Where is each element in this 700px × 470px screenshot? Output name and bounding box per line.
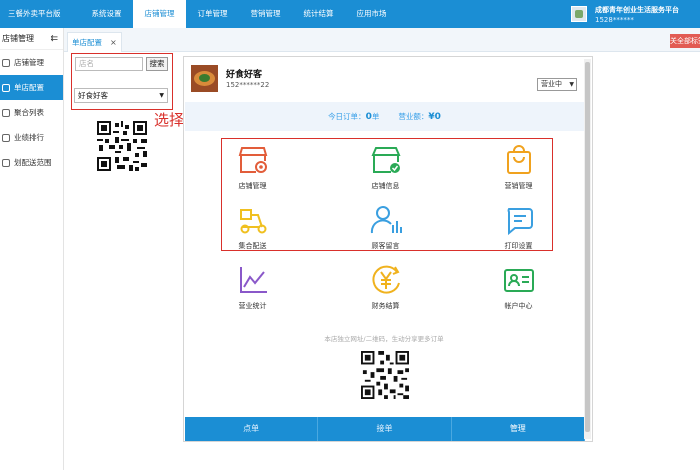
tab-single-store-config[interactable]: 单店配置 × [67,32,122,52]
tab-label: 单店配置 [72,38,102,47]
gear-icon [2,58,10,67]
topnav-order-management[interactable]: 订单管理 [186,0,239,28]
top-menu: 系统设置 店铺管理 订单管理 营销管理 统计结算 应用市场 [80,0,398,28]
list-icon [2,108,10,117]
grid-item-label: 营业统计 [238,302,267,310]
collapse-sidebar-icon[interactable]: ⇇ [50,28,58,50]
line-chart-icon [239,267,267,293]
id-card-icon [503,269,534,292]
grid-item-label: 财务结算 [371,302,400,310]
user-account[interactable]: 成都青年创业生活服务平台 1528****** [568,3,700,27]
tab-bar: 单店配置 × 关全部标签 [64,28,700,52]
organization-name: 成都青年创业生活服务平台 [595,6,679,14]
share-note: 本店独立网址/二维码，生动分享更多订单 [324,335,444,343]
grid-item-account-center[interactable]: 帐户中心 [452,257,585,317]
sidebar: 店铺管理 ⇇ 店铺管理 单店配置 聚合列表 业绩排行 划配送范围 [0,28,64,470]
qr-code-icon [97,121,147,171]
place-order-button[interactable]: 点单 [185,417,319,441]
ranking-icon [2,133,10,142]
sidebar-item-label: 聚合列表 [14,108,44,117]
user-id: 1528****** [595,16,634,24]
store-select-value: 好食好客 [78,91,108,100]
topnav-marketing-management[interactable]: 营销管理 [239,0,292,28]
sidebar-item-label: 业绩排行 [14,133,44,142]
sidebar-item-store-management[interactable]: 店铺管理 [0,50,63,75]
sidebar-item-label: 单店配置 [14,83,44,92]
sidebar-item-label: 店铺管理 [14,58,44,67]
sidebar-item-delivery-range[interactable]: 划配送范围 [0,150,63,175]
manage-button[interactable]: 管理 [452,417,585,441]
sidebar-item-performance-ranking[interactable]: 业绩排行 [0,125,63,150]
store-name: 好食好客 [226,70,263,80]
grid-item-business-statistics[interactable]: 营业统计 [186,257,319,317]
sidebar-title: 店铺管理 [2,34,34,43]
top-navigation-bar: 三餐外卖平台版 系统设置 店铺管理 订单管理 营销管理 统计结算 应用市场 成都… [0,0,700,28]
chevron-down-icon: ▼ [569,81,574,88]
topnav-system-settings[interactable]: 系统设置 [80,0,133,28]
store-logo [191,65,218,92]
sidebar-item-single-store-config[interactable]: 单店配置 [0,75,63,100]
status-value: 营业中 [541,80,562,88]
topnav-statistics[interactable]: 统计结算 [292,0,345,28]
accept-order-button[interactable]: 接单 [318,417,452,441]
close-all-tabs-button[interactable]: 关全部标签 [670,34,700,48]
store-select[interactable]: 好食好客 ▼ [74,88,168,103]
revenue-label: 营业额： [398,112,429,121]
revenue-value: ¥0 [428,112,441,122]
grid-highlight [221,138,553,251]
close-icon[interactable]: × [110,38,117,47]
store-icon [2,83,10,92]
orders-unit: 单 [371,112,380,121]
grid-item-label: 帐户中心 [504,302,533,310]
grid-item-finance-settlement[interactable]: 财务结算 [319,257,452,317]
scrollbar-thumb[interactable] [585,62,590,432]
yuan-coin-icon [371,265,400,294]
brand-title: 三餐外卖平台版 [8,9,61,18]
sidebar-item-aggregate-list[interactable]: 聚合列表 [0,100,63,125]
avatar [571,6,587,22]
chevron-down-icon: ▼ [159,92,164,99]
scrollbar[interactable] [584,59,591,439]
search-button[interactable]: 搜索 [146,57,168,71]
map-icon [2,158,10,167]
qr-code-icon [361,351,409,399]
topnav-app-market[interactable]: 应用市场 [345,0,398,28]
sidebar-header: 店铺管理 ⇇ [0,28,63,50]
store-phone: 152******22 [226,81,270,89]
orders-label: 今日订单： [328,112,366,121]
sidebar-item-label: 划配送范围 [14,158,52,167]
bottom-action-bar: 点单 接单 管理 [185,417,585,441]
store-search-input[interactable]: 店名 [75,57,143,71]
topnav-store-management[interactable]: 店铺管理 [133,0,186,28]
business-status-select[interactable]: 营业中 ▼ [537,78,577,91]
today-stats: 今日订单：0单 营业额：¥0 [185,102,584,131]
